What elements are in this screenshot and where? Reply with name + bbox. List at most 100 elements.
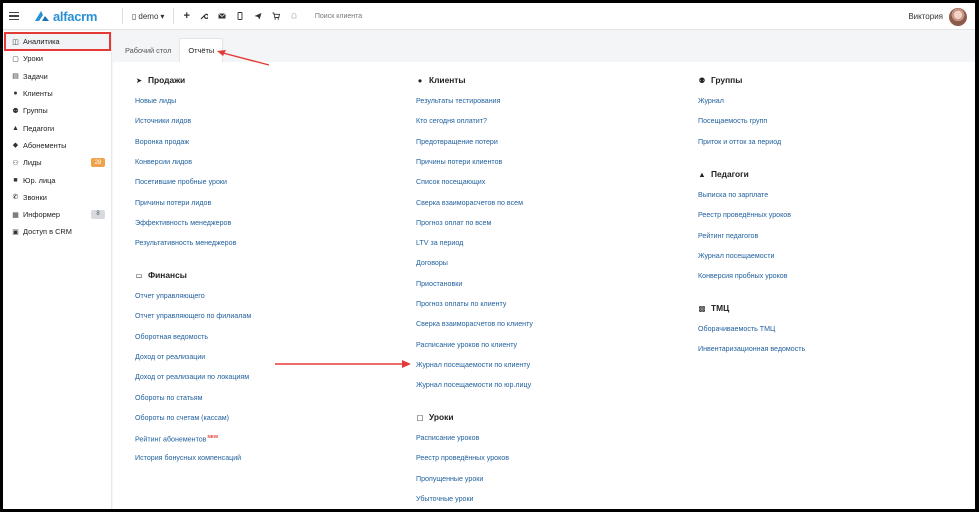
cart-button[interactable]	[267, 3, 285, 30]
report-link-label: Результаты тестирования	[416, 97, 501, 105]
logo[interactable]: alfacrm	[34, 9, 118, 24]
leads-icon: ⚇	[12, 159, 19, 167]
notifications-button[interactable]	[285, 3, 303, 30]
report-link-groups-1[interactable]: Посещаемость групп	[698, 117, 767, 125]
report-link-teachers-4[interactable]: Конверсия пробных уроков	[698, 272, 787, 280]
report-link-clients-12[interactable]: Расписание уроков по клиенту	[416, 341, 517, 349]
graduation-cap-icon: ▲	[12, 124, 19, 132]
sidebar-item-10[interactable]: ▦ Информер 8	[3, 206, 111, 223]
report-link-clients-11[interactable]: Сверка взаиморасчетов по клиенту	[416, 320, 533, 328]
sidebar-item-3[interactable]: ● Клиенты	[3, 85, 111, 102]
report-link-clients-6[interactable]: Прогноз оплат по всем	[416, 219, 491, 227]
report-link-sales-1[interactable]: Источники лидов	[135, 117, 191, 125]
report-link-sales-6[interactable]: Эффективность менеджеров	[135, 219, 231, 227]
sidebar-item-label: Звонки	[23, 192, 47, 202]
sidebar-item-0[interactable]: ◫ Аналитика	[4, 31, 111, 52]
report-link-clients-0[interactable]: Результаты тестирования	[416, 97, 500, 105]
tab-0[interactable]: Рабочий стол	[117, 38, 179, 62]
sidebar-item-8[interactable]: ■ Юр. лица	[3, 171, 111, 188]
report-link-clients-5[interactable]: Сверка взаиморасчетов по всем	[416, 199, 523, 207]
report-link-label: Доход от реализации по локациям	[135, 373, 250, 382]
report-link-finance-3[interactable]: Доход от реализации	[135, 353, 205, 361]
report-link-sales-0[interactable]: Новые лиды	[135, 97, 176, 105]
report-link-label: Посещаемость групп	[698, 117, 768, 126]
paper-plane-icon	[254, 13, 262, 20]
user-menu[interactable]: Виктория	[908, 3, 967, 30]
report-link-label: Причины потери лидов	[135, 198, 212, 207]
branch-label: demo	[138, 11, 159, 21]
report-link-finance-7[interactable]: Рейтинг абонементовNEW	[135, 434, 218, 443]
report-link-sales-5[interactable]: Причины потери лидов	[135, 199, 211, 207]
client-search-input[interactable]: Поиск клиента	[315, 13, 362, 20]
report-link-clients-14[interactable]: Журнал посещаемости по юр.лицу	[416, 381, 531, 389]
user-icon: ●	[417, 75, 423, 85]
report-link-finance-4[interactable]: Доход от реализации по локациям	[135, 373, 249, 381]
sidebar-item-2[interactable]: ▤ Задачи	[3, 68, 111, 85]
report-link-lessons-2[interactable]: Пропущенные уроки	[416, 475, 483, 483]
calendar-icon: ▢	[12, 55, 19, 63]
report-link-clients-1[interactable]: Кто сегодня оплатит?	[416, 117, 487, 125]
new-badge: NEW	[207, 434, 218, 440]
report-link-groups-2[interactable]: Приток и отток за период	[698, 138, 781, 146]
add-button[interactable]: +	[178, 3, 194, 30]
section-title-text: Уроки	[429, 412, 454, 422]
sidebar-item-7[interactable]: ⚇ Лиды 28	[3, 154, 111, 171]
report-link-inventory-1[interactable]: Инвентаризационная ведомость	[698, 345, 805, 353]
report-link-sales-3[interactable]: Конверсии лидов	[135, 158, 192, 166]
report-link-label: Конверсии лидов	[135, 157, 192, 166]
report-link-clients-4[interactable]: Список посещающих	[416, 178, 485, 186]
report-link-label: Оборотная ведомость	[135, 332, 209, 341]
report-link-teachers-0[interactable]: Выписка по зарплате	[698, 191, 768, 199]
report-link-lessons-0[interactable]: Расписание уроков	[416, 434, 479, 442]
report-link-lessons-1[interactable]: Реестр проведённых уроков	[416, 454, 509, 462]
report-link-teachers-1[interactable]: Реестр проведённых уроков	[698, 211, 791, 219]
section-title-sales: ➤ Продажи	[134, 75, 185, 85]
mail-button[interactable]	[213, 3, 231, 30]
report-link-sales-7[interactable]: Результативность менеджеров	[135, 239, 236, 247]
report-link-teachers-2[interactable]: Рейтинг педагогов	[698, 232, 758, 240]
menu-toggle-icon[interactable]	[8, 3, 28, 30]
rocket-icon: ➤	[135, 75, 143, 85]
report-link-finance-6[interactable]: Обороты по счетам (кассам)	[135, 414, 229, 422]
report-link-label: Посетившие пробные уроки	[135, 178, 228, 187]
report-link-clients-8[interactable]: Договоры	[416, 259, 448, 267]
report-link-sales-4[interactable]: Посетившие пробные уроки	[135, 178, 227, 186]
report-link-finance-5[interactable]: Обороты по статьям	[135, 394, 203, 402]
sidebar-item-9[interactable]: ✆ Звонки	[3, 189, 111, 206]
report-link-finance-8[interactable]: История бонусных компенсаций	[135, 454, 241, 462]
report-link-clients-10[interactable]: Прогноз оплаты по клиенту	[416, 300, 506, 308]
sidebar-item-6[interactable]: ◆ Абонементы	[3, 137, 111, 154]
report-link-label: Договоры	[416, 259, 448, 268]
money-icon: ▭	[135, 270, 143, 280]
sidebar-item-5[interactable]: ▲ Педагоги	[3, 119, 111, 136]
sidebar-item-1[interactable]: ▢ Уроки	[3, 50, 111, 67]
chevron-down-icon: ▾	[160, 11, 165, 21]
report-link-groups-0[interactable]: Журнал	[698, 97, 724, 105]
report-link-lessons-3[interactable]: Убыточные уроки	[416, 495, 474, 503]
sidebar-item-11[interactable]: ▣ Доступ в CRM	[3, 223, 111, 240]
report-link-clients-9[interactable]: Приостановки	[416, 280, 462, 288]
report-link-label: Обороты по счетам (кассам)	[135, 413, 230, 422]
report-link-clients-13[interactable]: Журнал посещаемости по клиенту	[416, 361, 530, 369]
report-link-clients-3[interactable]: Причины потери клиентов	[416, 158, 502, 166]
report-link-finance-2[interactable]: Оборотная ведомость	[135, 333, 208, 341]
mobile-button[interactable]	[231, 3, 249, 30]
report-link-inventory-0[interactable]: Оборачиваемость ТМЦ	[698, 325, 775, 333]
branch-selector[interactable]: ▯ demo ▾	[127, 3, 169, 30]
logo-text: alfacrm	[53, 8, 98, 24]
report-link-sales-2[interactable]: Воронка продаж	[135, 138, 189, 146]
tools-button[interactable]	[195, 3, 213, 30]
sidebar-item-4[interactable]: ⚉ Группы	[3, 102, 111, 119]
report-link-clients-7[interactable]: LTV за период	[416, 239, 463, 247]
report-link-teachers-3[interactable]: Журнал посещаемости	[698, 252, 774, 260]
report-link-finance-0[interactable]: Отчет управляющего	[135, 292, 205, 300]
sidebar-item-label: Лиды	[23, 158, 42, 168]
report-link-finance-1[interactable]: Отчет управляющего по филиалам	[135, 312, 251, 320]
informer-icon: ▦	[12, 211, 19, 219]
group-icon: ⚉	[698, 75, 706, 85]
report-link-clients-2[interactable]: Предотвращение потери	[416, 138, 498, 146]
annotation-arrow-journal	[275, 360, 411, 368]
telegram-button[interactable]	[249, 3, 267, 30]
report-link-label: Рейтинг абонементов	[135, 435, 207, 444]
report-link-label: Журнал	[698, 97, 724, 105]
